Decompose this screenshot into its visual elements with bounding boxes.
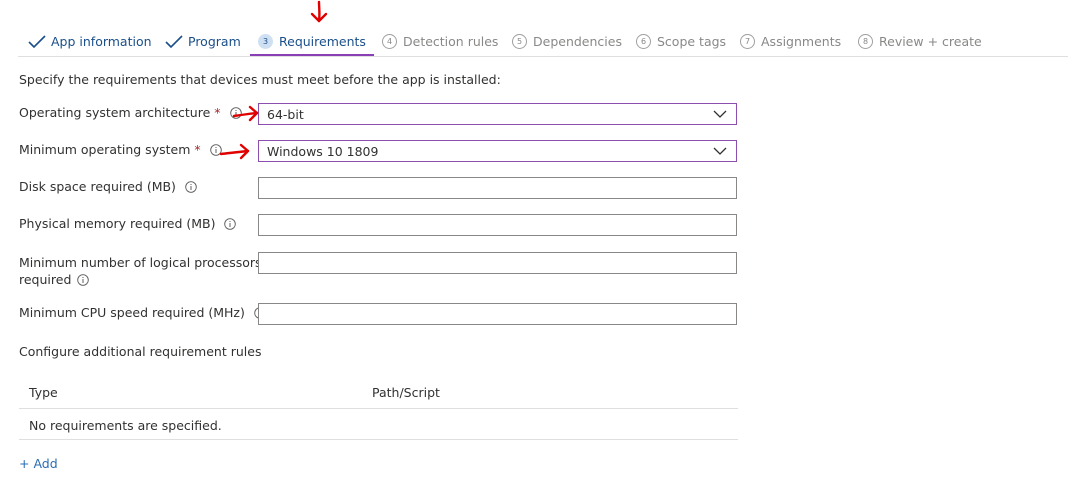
selected-value: 64-bit xyxy=(267,106,304,122)
table-header: Type Path/Script xyxy=(19,376,738,409)
add-rule-link[interactable]: + Add xyxy=(19,456,58,471)
tab-dependencies[interactable]: 5 Dependencies xyxy=(512,28,622,55)
intro-text: Specify the requirements that devices mu… xyxy=(19,72,501,87)
min-os-label: Minimum operating system * xyxy=(19,142,222,157)
step-label: Dependencies xyxy=(533,34,622,49)
step-number-badge: 4 xyxy=(382,34,397,49)
chevron-down-icon xyxy=(713,110,727,118)
tab-program[interactable]: Program xyxy=(165,28,241,55)
step-label: Scope tags xyxy=(657,34,727,49)
annotation-arrow-right-icon xyxy=(219,143,250,160)
step-label: Assignments xyxy=(761,34,842,49)
cpu-speed-input[interactable] xyxy=(259,304,736,324)
step-number-badge: 3 xyxy=(258,33,273,49)
info-icon[interactable] xyxy=(185,180,197,193)
label-text: Physical memory required (MB) xyxy=(19,216,216,231)
table-empty-row: No requirements are specified. xyxy=(19,409,738,440)
disk-space-label: Disk space required (MB) xyxy=(19,179,197,194)
step-number-badge: 7 xyxy=(740,34,755,49)
step-label: Program xyxy=(188,34,241,49)
physical-memory-label: Physical memory required (MB) xyxy=(19,216,237,231)
tab-detection-rules[interactable]: 4 Detection rules xyxy=(382,28,498,55)
logical-processors-input[interactable] xyxy=(259,253,736,273)
step-label: Detection rules xyxy=(403,34,499,49)
step-number-badge: 8 xyxy=(858,34,873,49)
required-asterisk: * xyxy=(194,142,201,157)
os-architecture-dropdown[interactable]: 64-bit xyxy=(258,103,737,125)
empty-message: No requirements are specified. xyxy=(29,418,222,433)
label-text: Operating system architecture xyxy=(19,105,211,120)
min-os-dropdown[interactable]: Windows 10 1809 xyxy=(258,140,737,162)
annotation-arrow-down-icon xyxy=(310,0,328,23)
label-line-2-row: required xyxy=(19,271,262,288)
label-text: Disk space required (MB) xyxy=(19,179,176,194)
tab-requirements[interactable]: 3 Requirements xyxy=(250,28,374,56)
checkmark-icon xyxy=(28,34,46,48)
required-asterisk: * xyxy=(214,105,221,120)
os-architecture-label: Operating system architecture * xyxy=(19,105,242,120)
logical-processors-field[interactable] xyxy=(258,252,737,274)
step-number-badge: 5 xyxy=(512,34,527,49)
label-line-2: required xyxy=(19,272,72,287)
disk-space-input[interactable] xyxy=(259,178,736,198)
cpu-speed-field[interactable] xyxy=(258,303,737,325)
disk-space-field[interactable] xyxy=(258,177,737,199)
chevron-down-icon xyxy=(713,147,727,155)
step-label: App information xyxy=(51,34,152,49)
step-label: Requirements xyxy=(279,33,366,49)
cpu-speed-label: Minimum CPU speed required (MHz) xyxy=(19,305,266,320)
tab-scope-tags[interactable]: 6 Scope tags xyxy=(636,28,726,55)
tab-app-information[interactable]: App information xyxy=(28,28,152,55)
column-header-type: Type xyxy=(29,385,58,400)
tab-assignments[interactable]: 7 Assignments xyxy=(740,28,841,55)
step-number-badge: 6 xyxy=(636,34,651,49)
label-line-1: Minimum number of logical processors xyxy=(19,255,262,270)
label-text: Minimum operating system xyxy=(19,142,191,157)
tab-review-create[interactable]: 8 Review + create xyxy=(858,28,982,55)
physical-memory-input[interactable] xyxy=(259,215,736,235)
logical-processors-label: Minimum number of logical processors req… xyxy=(19,254,262,288)
info-icon[interactable] xyxy=(224,217,237,230)
checkmark-icon xyxy=(165,34,183,48)
label-text: Minimum CPU speed required (MHz) xyxy=(19,305,245,320)
step-label: Review + create xyxy=(879,34,982,49)
column-header-path-script: Path/Script xyxy=(372,385,440,400)
physical-memory-field[interactable] xyxy=(258,214,737,236)
wizard-steps: App information Program 3 Requirements 4… xyxy=(18,28,1068,57)
requirements-table: Type Path/Script No requirements are spe… xyxy=(19,376,738,440)
section-title: Configure additional requirement rules xyxy=(19,344,262,359)
info-icon[interactable] xyxy=(77,273,90,286)
selected-value: Windows 10 1809 xyxy=(267,143,379,159)
annotation-arrow-right-icon xyxy=(232,105,259,122)
